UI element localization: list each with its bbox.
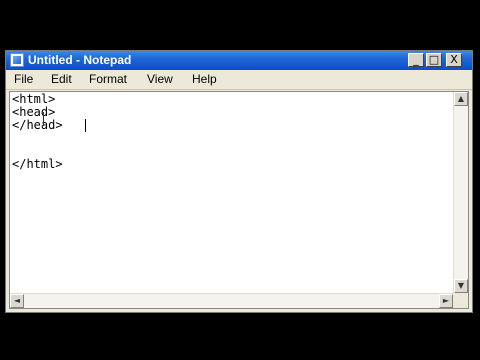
menu-file[interactable]: File bbox=[14, 72, 33, 87]
scroll-left-button[interactable]: ◄ bbox=[10, 294, 24, 308]
scroll-right-button[interactable]: ► bbox=[439, 294, 453, 308]
close-button[interactable]: X bbox=[446, 53, 462, 67]
size-grip[interactable] bbox=[453, 293, 468, 308]
menu-bar: File Edit Format View Help bbox=[6, 70, 472, 90]
text-editor[interactable]: <html> <head> </head> </html> ▲ ▼ ◄ ► bbox=[9, 91, 469, 309]
minimize-button[interactable]: _ bbox=[408, 53, 424, 67]
title-bar[interactable]: Untitled - Notepad _ □ X bbox=[6, 51, 472, 70]
vertical-scrollbar[interactable]: ▲ ▼ bbox=[453, 92, 468, 293]
text-caret bbox=[85, 119, 86, 132]
menu-help[interactable]: Help bbox=[192, 72, 217, 87]
maximize-button[interactable]: □ bbox=[426, 53, 442, 67]
menu-format[interactable]: Format bbox=[89, 72, 127, 87]
window-title: Untitled - Notepad bbox=[28, 53, 132, 67]
ibeam-cursor-icon bbox=[43, 112, 46, 126]
menu-view[interactable]: View bbox=[147, 72, 173, 87]
scroll-up-button[interactable]: ▲ bbox=[454, 92, 468, 106]
screen: Untitled - Notepad _ □ X File Edit Forma… bbox=[0, 0, 480, 360]
notepad-icon[interactable] bbox=[10, 53, 24, 67]
menu-edit[interactable]: Edit bbox=[51, 72, 72, 87]
editor-text[interactable]: <html> <head> </head> </html> bbox=[12, 93, 452, 293]
horizontal-scrollbar[interactable]: ◄ ► bbox=[10, 293, 453, 308]
scroll-down-button[interactable]: ▼ bbox=[454, 279, 468, 293]
notepad-window: Untitled - Notepad _ □ X File Edit Forma… bbox=[5, 50, 473, 313]
